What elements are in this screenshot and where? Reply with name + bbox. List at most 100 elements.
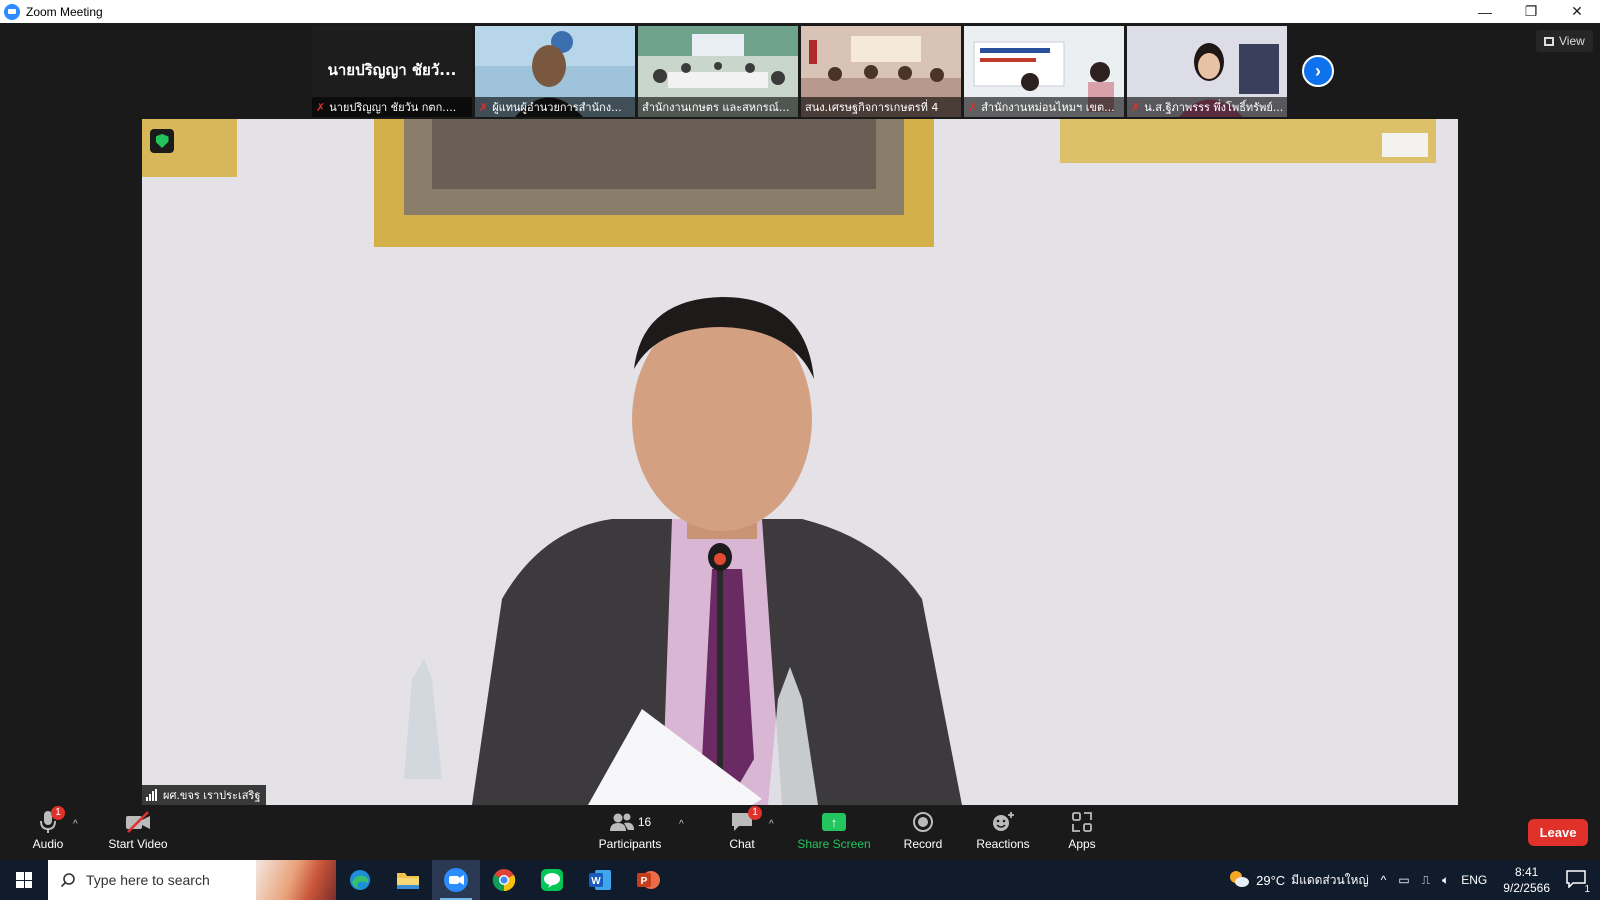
weather-icon[interactable] (1228, 869, 1250, 892)
participants-button[interactable]: 16 Participants (598, 809, 662, 851)
close-button[interactable]: ✕ (1554, 0, 1600, 23)
participant-tile[interactable]: ✗ ผู้แทนผู้อำนวยการสำนักง... (475, 26, 635, 117)
speaker-video-frame (142, 119, 1458, 805)
chrome-icon[interactable] (480, 860, 528, 900)
participant-caption: สนง.เศรษฐกิจการเกษตรที่ 4 (801, 97, 961, 117)
participant-caption: ✗ นายปริญญา ชัยวัน กตก.... (312, 97, 472, 117)
speaker-name: ผศ.ขจร เราประเสริฐ (163, 789, 261, 802)
next-page-button[interactable]: › (1302, 55, 1334, 87)
view-label: View (1559, 34, 1585, 48)
audio-button[interactable]: 1 Audio (28, 806, 68, 851)
muted-mic-icon: ✗ (968, 101, 978, 114)
apps-icon (1072, 812, 1092, 832)
participants-options-caret-icon[interactable]: ^ (679, 819, 684, 830)
clock[interactable]: 8:41 9/2/2566 (1503, 864, 1550, 896)
system-tray: 29°C มีแดดส่วนใหญ่ ^ ▭ ⎍ 🔈︎ ENG 8:41 9/2… (1222, 860, 1600, 900)
speaker-name-tag: ผศ.ขจร เราประเสริฐ (142, 785, 267, 805)
participant-name: สนง.เศรษฐกิจการเกษตรที่ 4 (805, 101, 939, 114)
record-button[interactable]: Record (900, 809, 946, 851)
video-off-icon (126, 811, 150, 833)
weather-desc[interactable]: มีแดดส่วนใหญ่ (1291, 871, 1369, 890)
participant-tile[interactable]: สำนักงานเกษตร และสหกรณ์... (638, 26, 798, 117)
participant-count: 16 (637, 815, 652, 829)
share-screen-button[interactable]: ↑ Share Screen (797, 809, 871, 851)
network-icon[interactable]: ⎍ (1422, 873, 1430, 888)
taskbar-search[interactable]: Type here to search (48, 860, 336, 900)
restore-button[interactable]: ❐ (1508, 0, 1554, 23)
grid-icon (1544, 36, 1554, 46)
svg-text:P: P (641, 876, 648, 887)
meeting-area: นายปริญญา ชัยวั... ✗ นายปริญญา ชัยวัน กต… (0, 23, 1600, 805)
meeting-toolbar: 1 Audio ^ Start Video 16 Participants ^ … (0, 805, 1600, 860)
word-icon[interactable]: W (576, 860, 624, 900)
line-icon[interactable] (528, 860, 576, 900)
clock-time: 8:41 (1514, 865, 1539, 879)
search-placeholder: Type here to search (86, 872, 210, 888)
participant-display-name: นายปริญญา ชัยวั... (327, 61, 457, 79)
audio-options-caret-icon[interactable]: ^ (73, 819, 78, 830)
record-label: Record (903, 837, 943, 851)
title-bar: Zoom Meeting — ❐ ✕ (0, 0, 1600, 23)
participant-name: สำนักงานหม่อนไหมฯ เขต... (981, 101, 1115, 114)
chevron-right-icon: › (1315, 60, 1321, 81)
chat-button[interactable]: 1 Chat (722, 806, 762, 851)
window-title: Zoom Meeting (26, 4, 103, 19)
view-button[interactable]: View (1536, 30, 1593, 52)
audio-label: Audio (32, 837, 64, 851)
weather-temp[interactable]: 29°C (1256, 873, 1285, 888)
participant-name: น.ส.ฐิภาพรรร พึ่งโพธิ์ทรัพย์... (1144, 101, 1284, 114)
minimize-button[interactable]: — (1462, 0, 1508, 23)
active-speaker-video: ผศ.ขจร เราประเสริฐ (142, 119, 1458, 805)
participant-caption: ✗ สำนักงานหม่อนไหมฯ เขต... (964, 97, 1124, 117)
participants-label: Participants (598, 837, 662, 851)
muted-mic-icon: ✗ (1131, 101, 1141, 114)
zoom-window: Zoom Meeting — ❐ ✕ นายปริญญา ชัยวั... ✗ … (0, 0, 1600, 900)
start-video-button[interactable]: Start Video (108, 809, 168, 851)
reactions-button[interactable]: Reactions (975, 809, 1031, 851)
chat-unread-badge: 1 (748, 806, 762, 820)
participant-tile[interactable]: สนง.เศรษฐกิจการเกษตรที่ 4 (801, 26, 961, 117)
participant-caption: ✗ น.ส.ฐิภาพรรร พึ่งโพธิ์ทรัพย์... (1127, 97, 1287, 117)
muted-mic-icon: ✗ (479, 101, 489, 114)
share-screen-label: Share Screen (797, 837, 871, 851)
signal-strength-icon (146, 789, 157, 801)
search-highlight-image (256, 860, 336, 900)
file-explorer-icon[interactable] (384, 860, 432, 900)
svg-text:W: W (591, 876, 601, 887)
participant-caption: ✗ ผู้แทนผู้อำนวยการสำนักง... (475, 97, 635, 117)
reactions-label: Reactions (976, 837, 1030, 851)
participant-name: สำนักงานเกษตร และสหกรณ์... (642, 101, 790, 114)
encryption-shield-icon[interactable] (150, 129, 174, 153)
participant-tile[interactable]: ✗ สำนักงานหม่อนไหมฯ เขต... (964, 26, 1124, 117)
meet-now-icon[interactable]: ▭ (1398, 873, 1409, 887)
muted-mic-icon: ✗ (316, 101, 326, 114)
search-icon (60, 873, 75, 888)
participant-name: ผู้แทนผู้อำนวยการสำนักง... (492, 101, 622, 114)
participant-name: นายปริญญา ชัยวัน กตก.... (329, 101, 457, 114)
participant-tile[interactable]: ✗ น.ส.ฐิภาพรรร พึ่งโพธิ์ทรัพย์... (1127, 26, 1287, 117)
input-language[interactable]: ENG (1461, 873, 1487, 887)
participants-icon (609, 813, 634, 831)
notification-center-icon[interactable]: 1 (1566, 869, 1590, 895)
notification-count: 1 (1584, 883, 1590, 895)
participant-tile[interactable]: นายปริญญา ชัยวั... ✗ นายปริญญา ชัยวัน กต… (312, 26, 472, 117)
windows-taskbar: Type here to search W P 29°C มีแดดส่วนให… (0, 860, 1600, 900)
gallery-strip: นายปริญญา ชัยวั... ✗ นายปริญญา ชัยวัน กต… (312, 26, 1287, 117)
start-button[interactable] (0, 860, 48, 900)
record-icon (913, 812, 933, 832)
start-video-label: Start Video (108, 837, 168, 851)
leave-button[interactable]: Leave (1528, 819, 1588, 846)
powerpoint-icon[interactable]: P (624, 860, 672, 900)
apps-button[interactable]: Apps (1062, 809, 1102, 851)
edge-icon[interactable] (336, 860, 384, 900)
volume-icon[interactable]: 🔈︎ (1442, 873, 1449, 888)
chat-options-caret-icon[interactable]: ^ (769, 819, 774, 830)
apps-label: Apps (1068, 837, 1096, 851)
chat-label: Chat (729, 837, 755, 851)
participant-caption: สำนักงานเกษตร และสหกรณ์... (638, 97, 798, 117)
windows-logo-icon (16, 872, 32, 888)
reactions-icon (993, 812, 1014, 831)
clock-date: 9/2/2566 (1503, 881, 1550, 895)
chevron-up-icon[interactable]: ^ (1381, 873, 1387, 887)
zoom-icon[interactable] (432, 860, 480, 900)
